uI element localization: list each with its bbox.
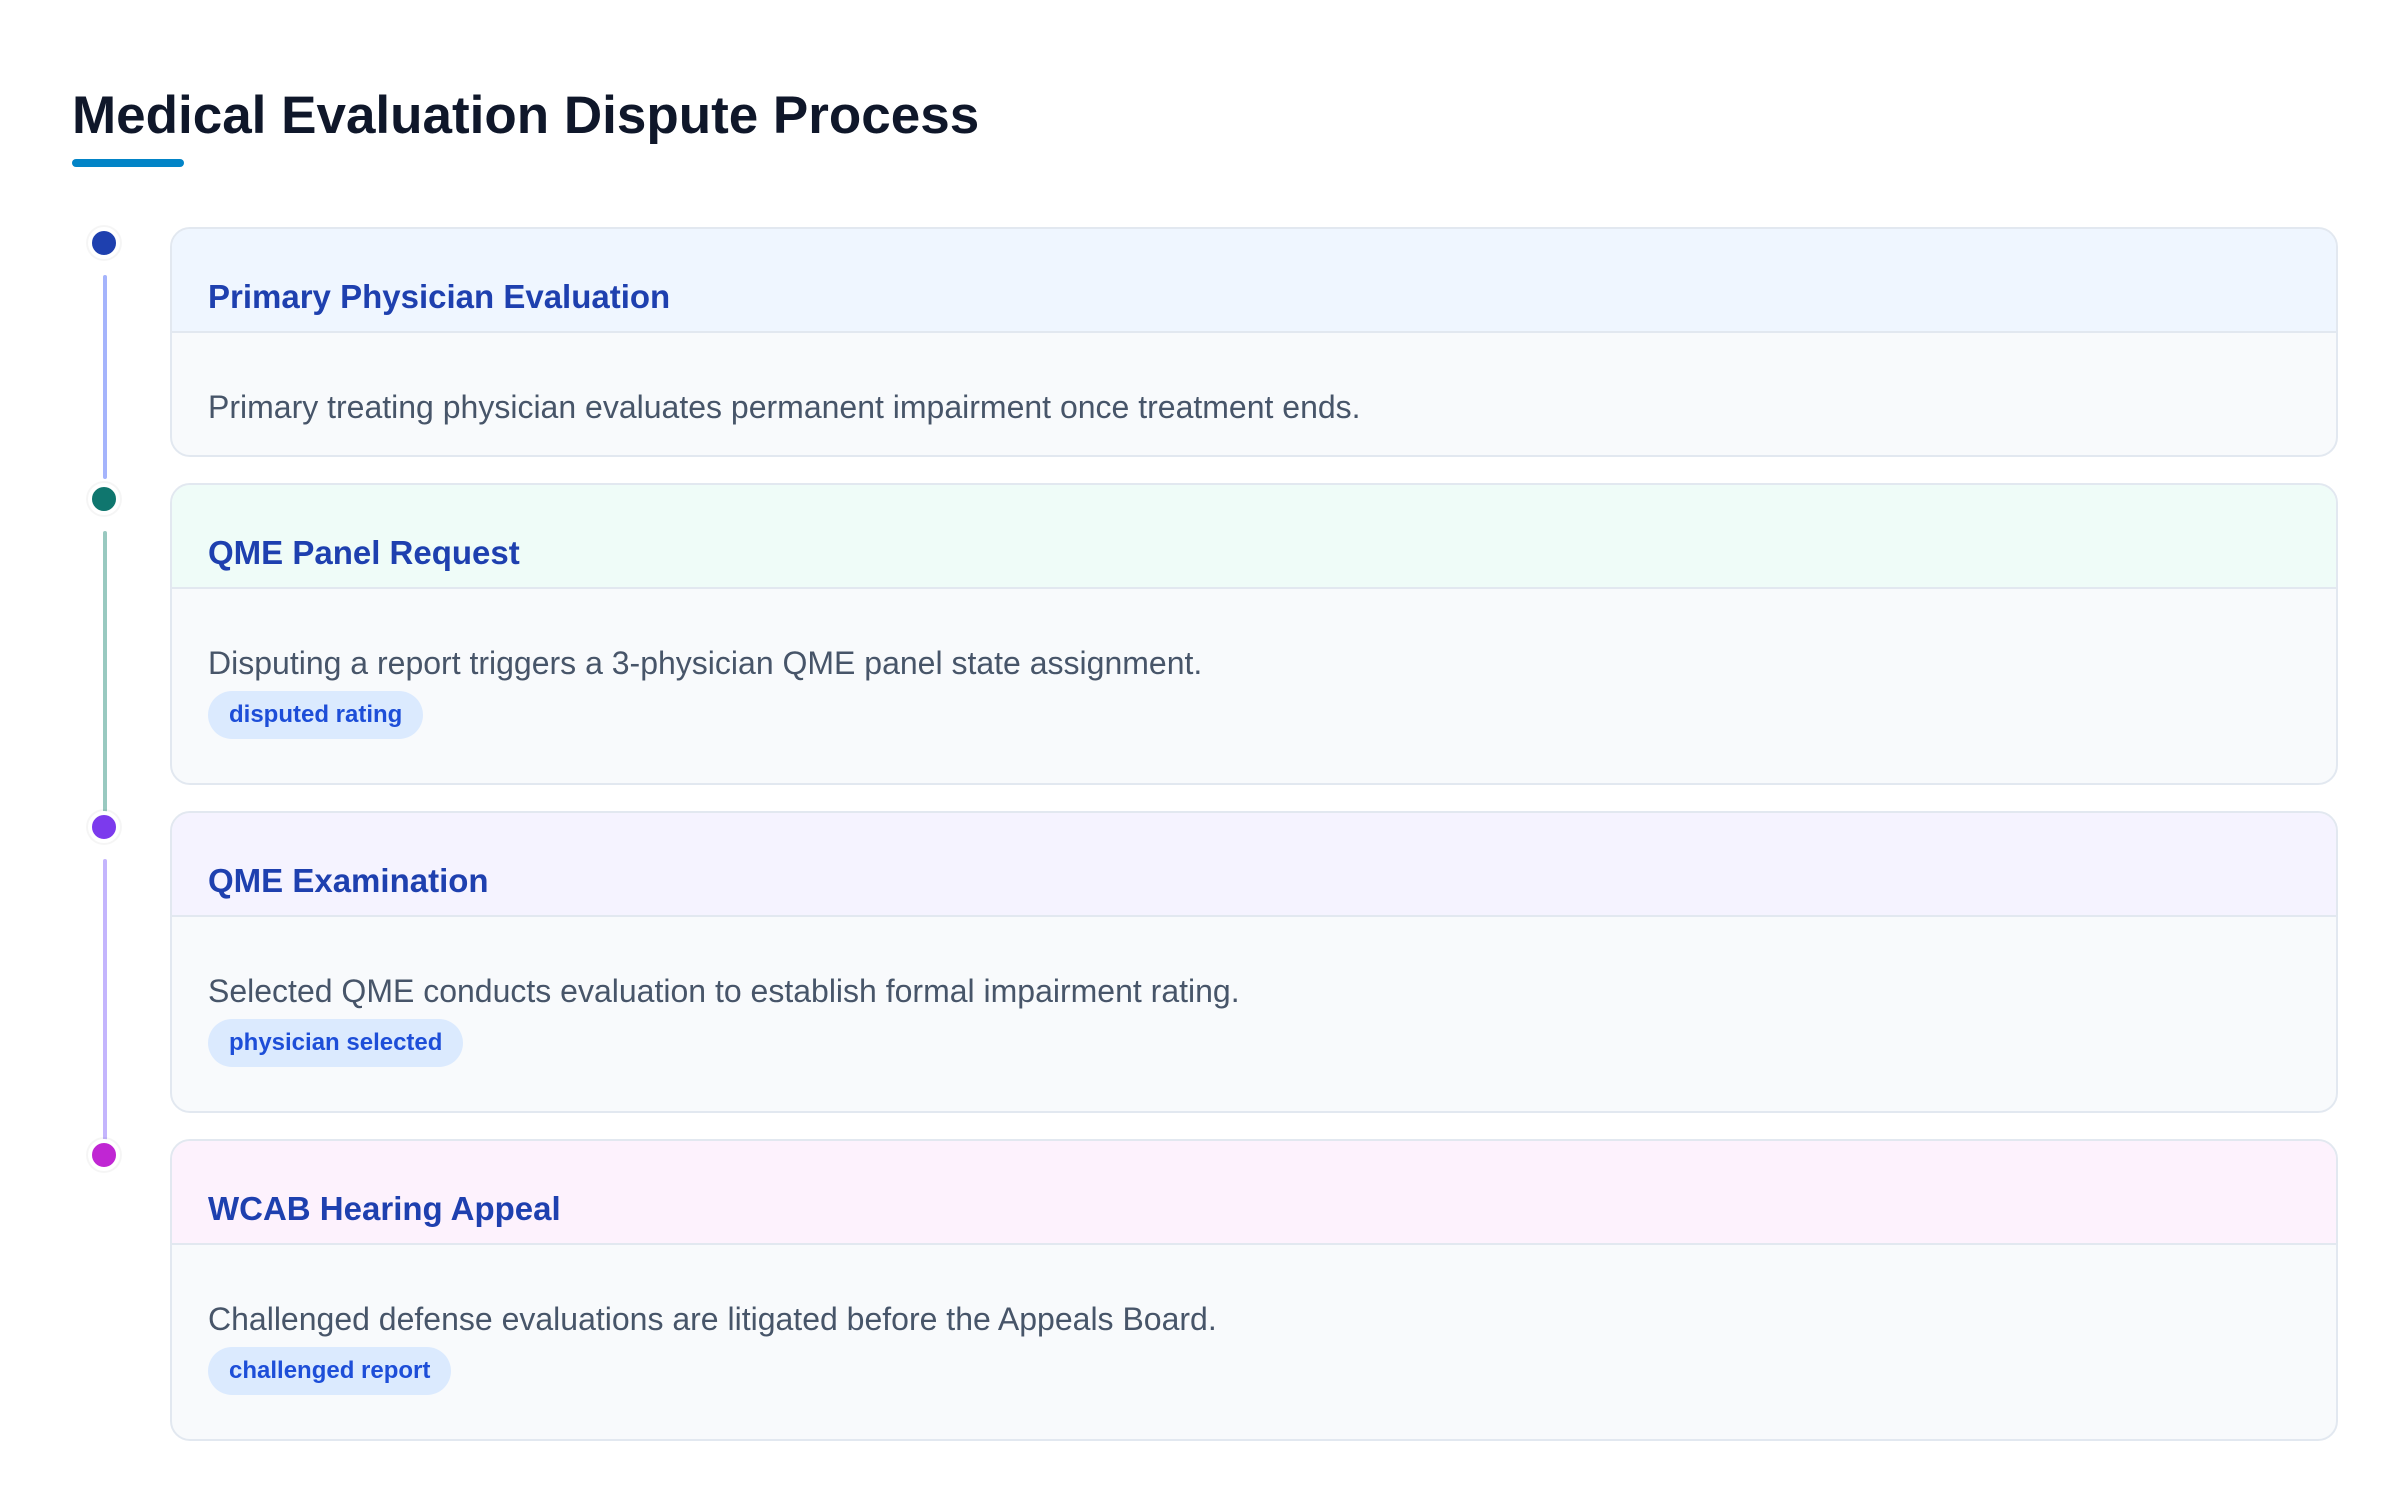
step-card-header: QME Examination	[172, 813, 2336, 917]
timeline-connector	[103, 859, 107, 1141]
step-card: QME Examination Selected QME conducts ev…	[170, 811, 2338, 1113]
step-tag: challenged report	[208, 1347, 452, 1395]
step-tag: physician selected	[208, 1019, 464, 1067]
step-card-header: Primary Physician Evaluation	[172, 229, 2336, 333]
timeline-dot	[88, 483, 120, 515]
step-title: Primary Physician Evaluation	[208, 278, 671, 315]
timeline-dot	[88, 811, 120, 843]
timeline-connector	[103, 531, 107, 813]
step-title: QME Examination	[208, 862, 489, 899]
timeline-dot	[88, 227, 120, 259]
step-card-header: WCAB Hearing Appeal	[172, 1141, 2336, 1245]
step-tag: disputed rating	[208, 691, 424, 739]
step-description: Primary treating physician evaluates per…	[208, 389, 1361, 425]
timeline-dot	[88, 1139, 120, 1171]
step-card: Primary Physician Evaluation Primary tre…	[170, 227, 2338, 457]
step-description: Challenged defense evaluations are litig…	[208, 1301, 1217, 1337]
step-title: WCAB Hearing Appeal	[208, 1190, 561, 1227]
timeline: Primary Physician Evaluation Primary tre…	[72, 0, 2342, 1504]
timeline-connector	[103, 275, 107, 479]
step-card: QME Panel Request Disputing a report tri…	[170, 483, 2338, 785]
step-description: Disputing a report triggers a 3-physicia…	[208, 645, 1203, 681]
step-card: WCAB Hearing Appeal Challenged defense e…	[170, 1139, 2338, 1441]
step-description: Selected QME conducts evaluation to esta…	[208, 973, 1240, 1009]
step-title: QME Panel Request	[208, 534, 520, 571]
page: Medical Evaluation Dispute Process Prima…	[72, 0, 2342, 1504]
step-card-header: QME Panel Request	[172, 485, 2336, 589]
